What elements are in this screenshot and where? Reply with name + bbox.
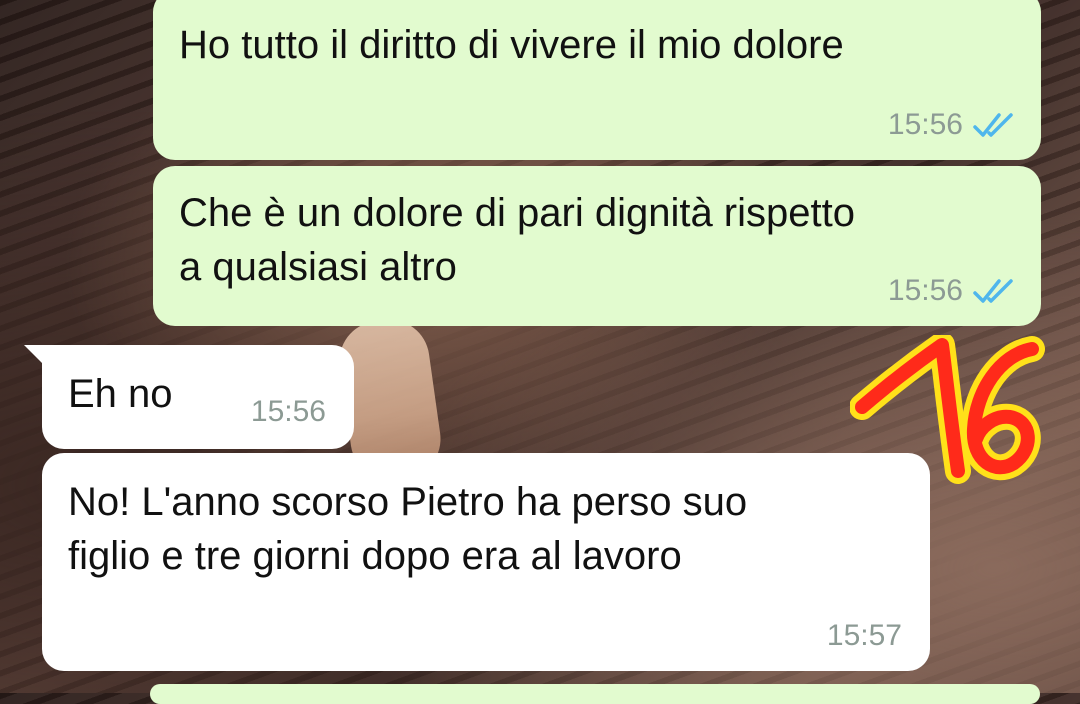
- handwritten-number-sticker: 16: [850, 335, 1045, 484]
- message-meta: 15:56: [251, 395, 326, 429]
- incoming-message-bubble[interactable]: No! L'anno scorso Pietro ha perso suo fi…: [42, 453, 930, 671]
- outgoing-message-bubble[interactable]: Ho tutto il diritto di vivere il mio dol…: [153, 0, 1041, 160]
- message-time: 15:56: [250, 395, 326, 428]
- message-time: 15:56: [887, 108, 963, 141]
- message-time: 15:57: [826, 619, 902, 652]
- message-meta: 15:56: [888, 274, 1017, 308]
- incoming-message-bubble[interactable]: Eh no 15:56: [24, 345, 354, 449]
- message-time: 15:56: [887, 274, 963, 307]
- message-text: Ho tutto il diritto di vivere il mio dol…: [179, 23, 844, 67]
- message-text: No! L'anno scorso Pietro ha perso suo fi…: [68, 480, 748, 578]
- next-message-bubble-edge: [150, 684, 1040, 704]
- double-check-read-icon: [973, 113, 1013, 137]
- message-meta: 15:57: [827, 619, 902, 653]
- double-check-read-icon: [973, 279, 1013, 303]
- bubble-tail: [24, 345, 46, 367]
- outgoing-message-bubble[interactable]: Che è un dolore di pari dignità rispetto…: [153, 166, 1041, 326]
- message-meta: 15:56: [888, 108, 1017, 142]
